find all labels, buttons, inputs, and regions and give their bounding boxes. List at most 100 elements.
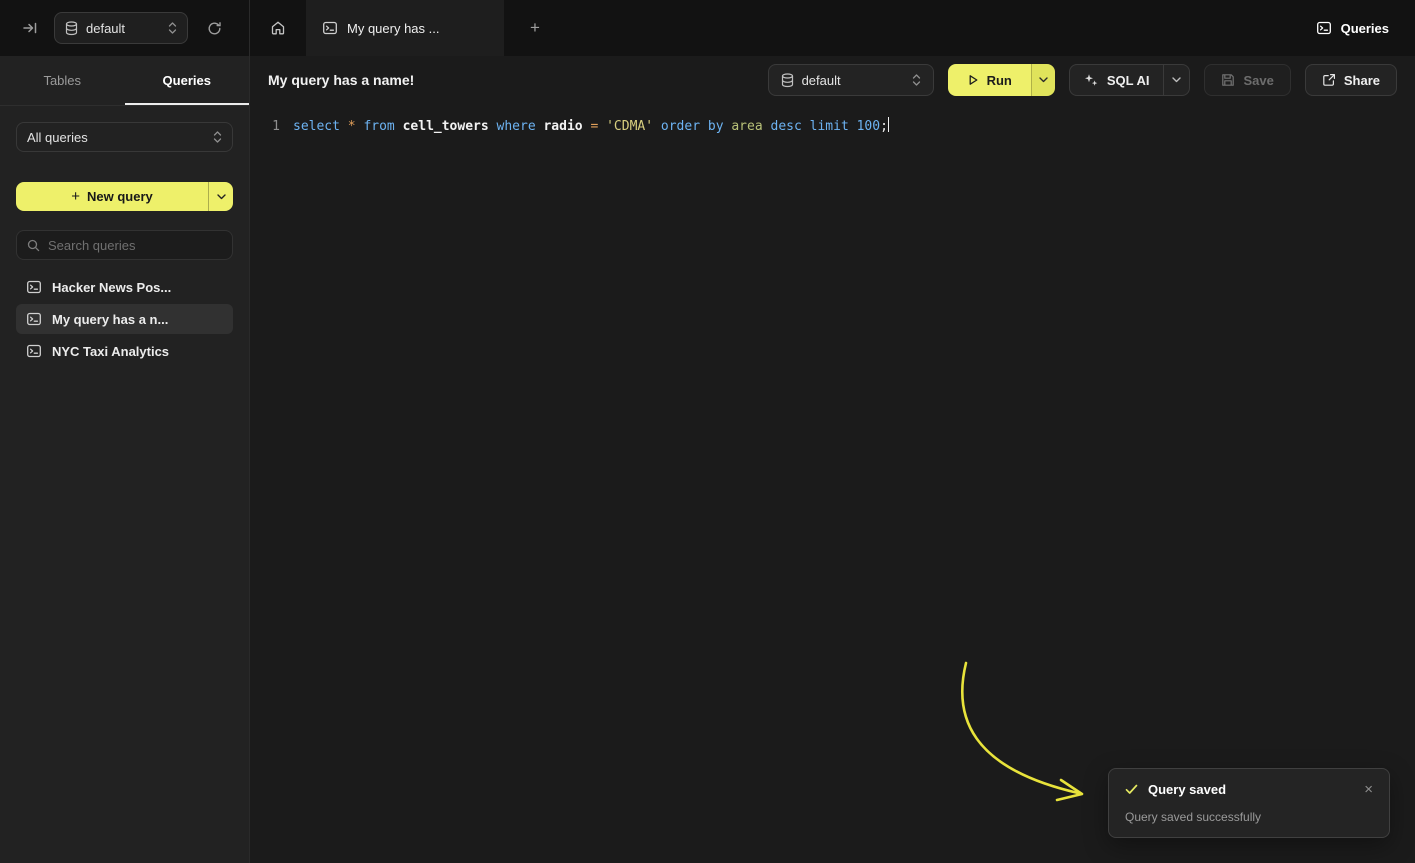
plus-icon: + <box>71 188 80 205</box>
chevron-down-icon <box>1172 77 1181 83</box>
sql-token: select <box>293 119 348 134</box>
toast-header: Query saved × <box>1125 782 1373 797</box>
tab-label: My query has ... <box>347 21 439 36</box>
sql-token: order by <box>661 119 731 134</box>
page-title: My query has a name! <box>268 72 414 88</box>
updown-chevron-icon <box>168 21 177 35</box>
toolbar-database-select-value: default <box>802 73 841 88</box>
query-item-label: NYC Taxi Analytics <box>52 344 169 359</box>
query-header: My query has a name! default <box>250 56 1415 104</box>
query-list-item[interactable]: NYC Taxi Analytics <box>16 336 233 366</box>
sql-token: radio <box>543 119 590 134</box>
check-icon <box>1125 784 1138 795</box>
tab-queries[interactable]: Queries <box>125 56 250 105</box>
save-button[interactable]: Save <box>1204 64 1290 96</box>
query-icon <box>26 343 42 359</box>
code-line: 1 select * from cell_towers where radio … <box>268 117 1415 137</box>
new-query-label: New query <box>87 189 153 204</box>
query-icon <box>322 20 338 36</box>
sql-editor[interactable]: 1 select * from cell_towers where radio … <box>250 104 1415 863</box>
sql-token: desc limit <box>771 119 857 134</box>
query-list: Hacker News Pos... My query has a n... N… <box>16 272 233 368</box>
sql-ai-button[interactable]: SQL AI <box>1070 65 1164 95</box>
text-cursor <box>888 117 890 132</box>
search-input[interactable] <box>48 238 222 253</box>
main-panel: My query has a name! default <box>250 56 1415 863</box>
sql-token: from <box>363 119 402 134</box>
line-number: 1 <box>268 117 280 137</box>
sql-token: area <box>731 119 770 134</box>
run-dropdown-button[interactable] <box>1031 64 1055 96</box>
search-box[interactable] <box>16 230 233 260</box>
toast-message: Query saved successfully <box>1125 810 1373 824</box>
share-button[interactable]: Share <box>1305 64 1397 96</box>
run-button[interactable]: Run <box>948 64 1031 96</box>
sql-token: 'CDMA' <box>606 119 661 134</box>
collapse-sidebar-icon <box>22 20 38 36</box>
all-queries-select[interactable]: All queries <box>16 122 233 152</box>
new-query-split-button: + New query <box>16 182 233 211</box>
refresh-button[interactable] <box>202 16 226 40</box>
sparkle-icon <box>1084 73 1098 87</box>
new-query-button[interactable]: + New query <box>16 182 208 211</box>
query-icon <box>1316 20 1332 36</box>
play-icon <box>967 74 979 86</box>
share-label: Share <box>1344 73 1380 88</box>
database-icon <box>65 21 78 36</box>
save-label: Save <box>1243 73 1273 88</box>
body: Tables Queries All queries + New query <box>0 56 1415 863</box>
sql-token: where <box>497 119 544 134</box>
query-list-item[interactable]: Hacker News Pos... <box>16 272 233 302</box>
home-icon <box>270 20 286 36</box>
sidebar: Tables Queries All queries + New query <box>0 56 250 863</box>
query-icon <box>26 279 42 295</box>
sql-ai-split-button: SQL AI <box>1069 64 1191 96</box>
database-icon <box>781 73 794 88</box>
database-select-value: default <box>86 21 125 36</box>
sql-token: = <box>590 119 606 134</box>
run-label: Run <box>987 73 1012 88</box>
refresh-icon <box>207 21 222 36</box>
sidebar-tabs: Tables Queries <box>0 56 249 106</box>
toast-query-saved: Query saved × Query saved successfully <box>1108 768 1390 838</box>
chevron-down-icon <box>217 194 226 200</box>
sql-token: ; <box>880 119 888 134</box>
tab-tables-label: Tables <box>43 73 81 88</box>
updown-chevron-icon <box>213 130 222 144</box>
toast-title: Query saved <box>1148 782 1226 797</box>
save-icon <box>1221 73 1235 87</box>
sql-token: * <box>348 119 364 134</box>
toast-close-button[interactable]: × <box>1364 782 1373 797</box>
toolbar-database-select[interactable]: default <box>768 64 934 96</box>
tab-my-query[interactable]: My query has ... <box>306 0 504 56</box>
collapse-sidebar-button[interactable] <box>18 16 42 40</box>
updown-chevron-icon <box>912 73 921 87</box>
sql-ai-dropdown-button[interactable] <box>1163 65 1189 95</box>
query-item-label: My query has a n... <box>52 312 168 327</box>
new-tab-button[interactable]: + <box>522 15 548 41</box>
tab-queries-label: Queries <box>163 73 211 88</box>
sql-token: 100 <box>857 119 880 134</box>
search-icon <box>27 239 40 252</box>
sql-token: cell_towers <box>403 119 497 134</box>
sidebar-content: All queries + New query <box>0 106 249 384</box>
all-queries-select-value: All queries <box>27 130 88 145</box>
home-button[interactable] <box>266 16 290 40</box>
queries-indicator[interactable]: Queries <box>1316 20 1389 36</box>
topbar-left: default <box>0 0 250 56</box>
queries-indicator-label: Queries <box>1341 21 1389 36</box>
database-select[interactable]: default <box>54 12 188 44</box>
sql-ai-label: SQL AI <box>1107 73 1150 88</box>
toolbar: default Run <box>768 64 1397 96</box>
query-list-item[interactable]: My query has a n... <box>16 304 233 334</box>
query-icon <box>26 311 42 327</box>
query-item-label: Hacker News Pos... <box>52 280 171 295</box>
share-icon <box>1322 73 1336 87</box>
tab-tables[interactable]: Tables <box>0 56 125 105</box>
app-root: default <box>0 0 1415 863</box>
run-split-button: Run <box>948 64 1055 96</box>
topbar: default <box>0 0 1415 56</box>
chevron-down-icon <box>1039 77 1048 83</box>
new-query-dropdown-button[interactable] <box>208 182 233 211</box>
tab-strip: My query has ... + Queries <box>250 0 1415 56</box>
